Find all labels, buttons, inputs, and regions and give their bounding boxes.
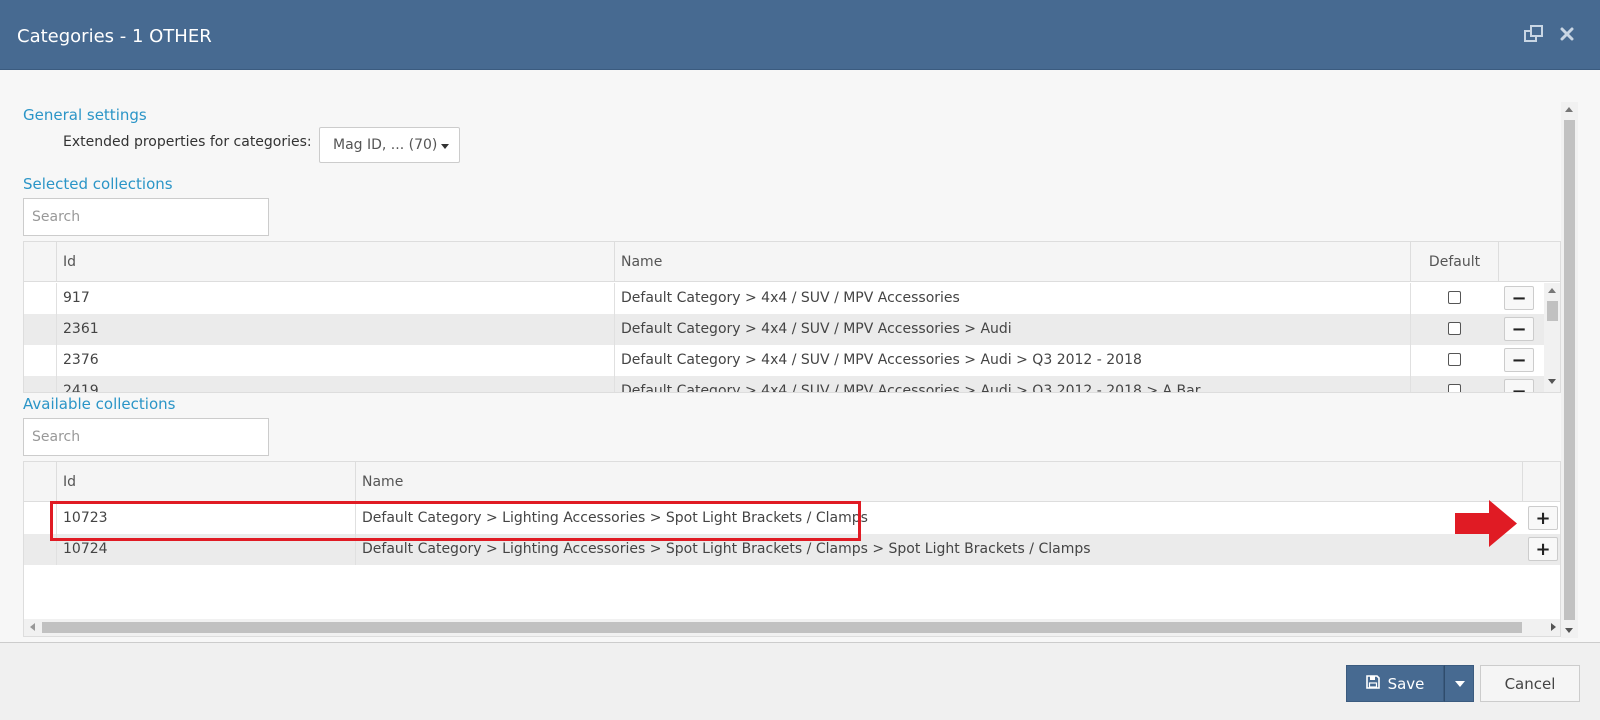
selected-collections-title: Selected collections <box>23 175 173 193</box>
cell-name: Default Category > Lighting Accessories … <box>355 534 1522 565</box>
column-header-actions <box>1498 242 1560 282</box>
scroll-thumb[interactable] <box>42 622 1522 633</box>
cell-default <box>1410 345 1498 376</box>
cell-id: 2376 <box>56 345 615 376</box>
scroll-right-icon[interactable] <box>1551 623 1556 631</box>
floppy-disk-icon <box>1365 674 1380 693</box>
general-settings-title: General settings <box>23 106 147 124</box>
restore-window-icon[interactable] <box>1522 22 1546 46</box>
column-header-name[interactable]: Name <box>355 462 1545 502</box>
table-row[interactable]: 2419 Default Category > 4x4 / SUV / MPV … <box>24 376 1560 392</box>
dialog-vscrollbar[interactable] <box>1561 102 1578 638</box>
close-icon[interactable] <box>1555 22 1579 46</box>
remove-button[interactable]: − <box>1504 317 1534 341</box>
column-header-default[interactable]: Default <box>1410 242 1498 282</box>
chevron-down-icon <box>1455 681 1465 687</box>
cell-name: Default Category > 4x4 / SUV / MPV Acces… <box>614 314 1410 345</box>
scroll-up-icon[interactable] <box>1565 107 1573 112</box>
cell-id: 2361 <box>56 314 615 345</box>
remove-button[interactable]: − <box>1504 286 1534 310</box>
chevron-down-icon <box>441 144 449 149</box>
table-row[interactable]: 2361 Default Category > 4x4 / SUV / MPV … <box>24 314 1560 345</box>
table-row[interactable]: 10723 Default Category > Lighting Access… <box>24 503 1560 534</box>
save-button[interactable]: Save <box>1346 665 1444 702</box>
cell-default <box>1410 314 1498 345</box>
selected-grid-vscrollbar[interactable] <box>1544 283 1560 392</box>
scroll-down-icon[interactable] <box>1565 628 1573 633</box>
available-collections-title: Available collections <box>23 395 176 413</box>
categories-dialog: Categories - 1 OTHER General settings Ex… <box>0 0 1600 720</box>
default-checkbox[interactable] <box>1448 291 1461 304</box>
dialog-body: General settings Extended properties for… <box>0 70 1600 642</box>
cell-default <box>1410 283 1498 314</box>
table-row[interactable]: 917 Default Category > 4x4 / SUV / MPV A… <box>24 283 1560 314</box>
dialog-footer: Save Cancel <box>0 642 1600 720</box>
add-button[interactable]: + <box>1528 537 1558 561</box>
selected-collections-grid: Id Name Default 917 Default Category > 4… <box>23 241 1561 393</box>
cell-id: 2419 <box>56 376 615 392</box>
selected-grid-header: Id Name Default <box>24 242 1560 282</box>
extended-properties-select[interactable]: Mag ID, ... (70) <box>319 127 460 163</box>
table-row[interactable]: 10724 Default Category > Lighting Access… <box>24 534 1560 565</box>
extended-properties-label: Extended properties for categories: <box>63 134 312 150</box>
cell-name: Default Category > 4x4 / SUV / MPV Acces… <box>614 345 1410 376</box>
scroll-down-icon[interactable] <box>1548 379 1556 384</box>
column-header-name[interactable]: Name <box>614 242 1410 282</box>
cell-name: Default Category > 4x4 / SUV / MPV Acces… <box>614 376 1410 392</box>
save-label: Save <box>1387 674 1425 693</box>
scroll-left-icon[interactable] <box>30 623 35 631</box>
available-grid-hscrollbar[interactable] <box>24 619 1560 636</box>
default-checkbox[interactable] <box>1448 384 1461 392</box>
available-grid-header: Id Name <box>24 462 1560 502</box>
table-row[interactable]: 2376 Default Category > 4x4 / SUV / MPV … <box>24 345 1560 376</box>
dialog-title: Categories - 1 OTHER <box>17 26 212 47</box>
selected-search-input[interactable] <box>23 198 269 236</box>
cell-id: 917 <box>56 283 615 314</box>
cell-name: Default Category > 4x4 / SUV / MPV Acces… <box>614 283 1410 314</box>
cell-default <box>1410 376 1498 392</box>
cell-id: 10724 <box>56 534 356 565</box>
scroll-thumb[interactable] <box>1564 120 1575 620</box>
red-arrow-icon <box>1455 500 1517 551</box>
column-header-actions <box>1522 462 1560 502</box>
available-collections-grid: Id Name 10723 Default Category > Lightin… <box>23 461 1561 637</box>
dialog-titlebar: Categories - 1 OTHER <box>0 0 1600 70</box>
default-checkbox[interactable] <box>1448 322 1461 335</box>
scroll-thumb[interactable] <box>1547 301 1558 321</box>
cell-name: Default Category > Lighting Accessories … <box>355 503 1522 534</box>
remove-button[interactable]: − <box>1504 379 1534 392</box>
remove-button[interactable]: − <box>1504 348 1534 372</box>
cancel-button[interactable]: Cancel <box>1480 665 1580 702</box>
cell-id: 10723 <box>56 503 356 534</box>
column-header-id[interactable]: Id <box>56 462 356 502</box>
add-button[interactable]: + <box>1528 506 1558 530</box>
available-search-input[interactable] <box>23 418 269 456</box>
save-options-dropdown[interactable] <box>1444 665 1474 702</box>
default-checkbox[interactable] <box>1448 353 1461 366</box>
column-header-id[interactable]: Id <box>56 242 615 282</box>
extended-properties-value: Mag ID, ... (70) <box>333 137 438 153</box>
scroll-up-icon[interactable] <box>1548 288 1556 293</box>
